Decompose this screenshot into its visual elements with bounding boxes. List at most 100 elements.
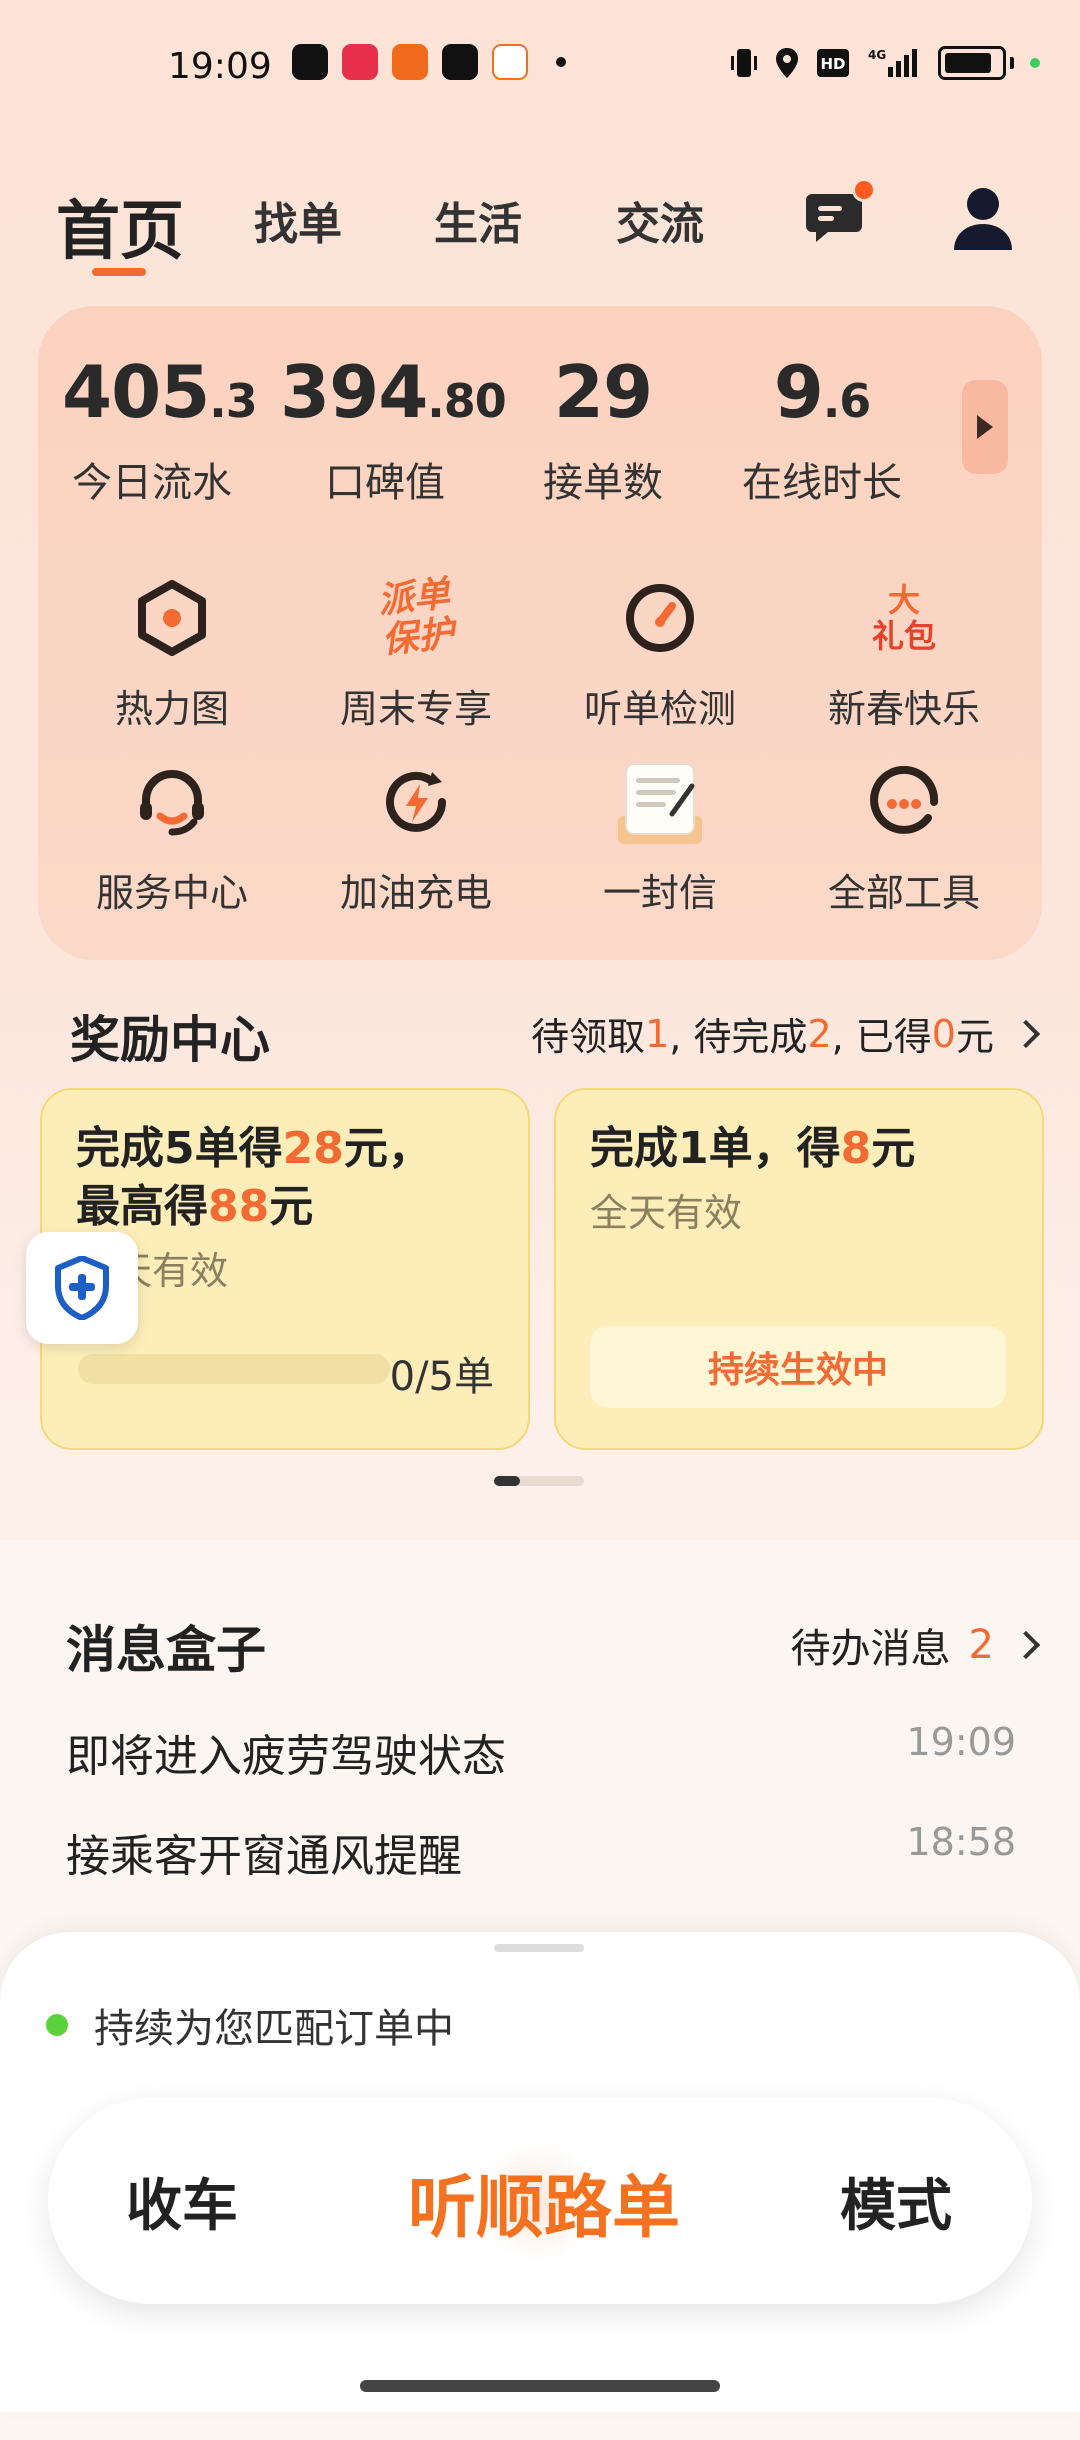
- tool-service-center[interactable]: 服务中心: [72, 760, 272, 917]
- privacy-indicator: [1030, 58, 1040, 68]
- stat-value: 405.3: [62, 350, 258, 434]
- tool-letter[interactable]: 一封信: [560, 760, 760, 917]
- message-badge: [852, 178, 876, 202]
- message-box-title: 消息盒子: [66, 1621, 266, 1679]
- message-time: 18:58: [906, 1820, 1016, 1864]
- stat-reputation[interactable]: 394.80 口碑值: [280, 350, 507, 508]
- tiktok-icon: [442, 44, 478, 80]
- online-status-dot: [46, 2014, 68, 2036]
- tool-heatmap[interactable]: 热力图: [72, 576, 272, 733]
- icon-text: 大: [887, 581, 920, 619]
- reward-count: 2: [807, 1011, 832, 1056]
- reward-status-link[interactable]: 待领取 1, 待完成 2, 已得 0 元: [531, 1006, 1041, 1061]
- sheet-drag-handle[interactable]: [494, 1944, 584, 1952]
- stat-order-count[interactable]: 29 接单数: [528, 350, 678, 508]
- didi-icon: [492, 44, 528, 80]
- icon-text: 保护: [380, 613, 456, 662]
- battery-icon: [938, 46, 1006, 80]
- reward-center-title: 奖励中心: [70, 1011, 270, 1069]
- stats-expand-button[interactable]: [962, 380, 1008, 474]
- message-item[interactable]: 即将进入疲劳驾驶状态 19:09: [66, 1720, 1016, 1784]
- more-icon: [862, 760, 946, 844]
- tool-label: 新春快乐: [827, 687, 980, 731]
- status-time: 19:09: [168, 46, 272, 87]
- message-text: 即将进入疲劳驾驶状态: [66, 1731, 506, 1782]
- stat-value: 9.6: [773, 350, 872, 434]
- stat-value: 394.80: [280, 350, 507, 434]
- pending-messages-link[interactable]: 待办消息 2: [791, 1616, 1041, 1674]
- listen-route-orders-button[interactable]: 听顺路单: [408, 2098, 680, 2304]
- home-indicator[interactable]: [360, 2380, 720, 2392]
- reward-count: 1: [645, 1011, 670, 1056]
- more-notifications-icon: [556, 57, 566, 67]
- icon-text: 礼包: [871, 617, 936, 655]
- safety-shield-button[interactable]: [26, 1232, 138, 1344]
- letter-icon: [612, 760, 708, 848]
- tab-exchange[interactable]: 交流: [616, 188, 704, 252]
- location-icon: [774, 47, 800, 79]
- top-nav: 首页 找单 生活 交流: [0, 170, 1080, 280]
- battery-cap: [1010, 57, 1014, 69]
- message-item[interactable]: 接乘客开窗通风提醒 18:58: [66, 1820, 1016, 1884]
- stat-label: 接单数: [543, 460, 663, 506]
- tool-fuel-charge[interactable]: 加油充电: [316, 760, 516, 917]
- stat-online-hours[interactable]: 9.6 在线时长: [732, 350, 912, 508]
- tool-new-year[interactable]: 大 礼包 新春快乐: [804, 576, 1004, 733]
- reward-progress-text: 0/5单: [389, 1354, 494, 1400]
- tiktok-icon: [292, 44, 328, 80]
- stat-label: 今日流水: [72, 460, 232, 506]
- chevron-right-icon: [1011, 1019, 1041, 1048]
- stat-label: 口碑值: [325, 460, 445, 506]
- hd-icon: HD: [816, 47, 850, 79]
- order-bottom-sheet: 持续为您匹配订单中 收车 听顺路单 模式: [0, 1932, 1080, 2412]
- tab-life[interactable]: 生活: [434, 188, 522, 252]
- vibrate-icon: [730, 47, 758, 79]
- tab-active-indicator: [92, 268, 146, 276]
- driver-stats-card: 405.3 今日流水 394.80 口碑值 29 接单数 9.6 在线时长 热力…: [38, 306, 1042, 960]
- reward-status-text: 待领取: [531, 1015, 646, 1059]
- tool-label: 全部工具: [827, 871, 980, 915]
- message-time: 19:09: [906, 1720, 1016, 1764]
- tool-label: 热力图: [114, 687, 229, 731]
- gauge-icon: [618, 576, 702, 660]
- big-gift-icon: 大 礼包: [862, 576, 946, 660]
- mode-button[interactable]: 模式: [840, 2098, 952, 2304]
- dispatch-protect-icon: 派单 保护: [364, 571, 468, 665]
- carousel-page-indicator: [494, 1476, 584, 1486]
- reward-active-button[interactable]: 持续生效中: [590, 1326, 1006, 1408]
- tool-label: 服务中心: [95, 871, 248, 915]
- reward-card-title: 完成1单，得8元: [590, 1123, 916, 1174]
- heatmap-icon: [130, 576, 214, 660]
- tab-find-orders[interactable]: 找单: [254, 188, 342, 252]
- tool-label: 加油充电: [339, 871, 492, 915]
- stat-today-income[interactable]: 405.3 今日流水: [62, 350, 258, 508]
- tool-label: 听单检测: [583, 687, 736, 731]
- tab-home[interactable]: 首页: [56, 180, 184, 272]
- action-bar: 收车 听顺路单 模式: [48, 2098, 1032, 2304]
- reward-progress-bar: [78, 1354, 390, 1384]
- headset-icon: [130, 760, 214, 844]
- matching-status: 持续为您匹配订单中: [46, 1996, 454, 2054]
- app-orange-icon: [392, 44, 428, 80]
- tool-all-tools[interactable]: 全部工具: [804, 760, 1004, 917]
- reward-card-title: 完成5单得28元， 最高得88元: [76, 1123, 432, 1232]
- charge-icon: [374, 760, 458, 844]
- app-red-icon: [342, 44, 378, 80]
- svg-text:HD: HD: [820, 55, 845, 73]
- stop-driving-button[interactable]: 收车: [126, 2098, 238, 2304]
- reward-count: 0: [931, 1011, 956, 1056]
- pending-messages-count: 2: [968, 1622, 994, 1668]
- tool-weekend[interactable]: 派单 保护 周末专享: [316, 573, 516, 733]
- signal-icon: 4G: [866, 47, 922, 79]
- reward-card[interactable]: 完成1单，得8元 全天有效 持续生效中: [554, 1088, 1044, 1450]
- reward-status-text: , 已得: [831, 1015, 932, 1059]
- tool-listen-check[interactable]: 听单检测: [560, 576, 760, 733]
- stat-label: 在线时长: [742, 460, 902, 506]
- message-text: 接乘客开窗通风提醒: [66, 1831, 462, 1882]
- reward-status-text: , 待完成: [669, 1015, 808, 1059]
- profile-icon[interactable]: [952, 186, 1014, 252]
- stat-value: 29: [553, 350, 653, 434]
- reward-status-text: 元: [955, 1015, 994, 1059]
- reward-card-validity: 全天有效: [590, 1191, 743, 1235]
- notification-icons: [292, 44, 566, 80]
